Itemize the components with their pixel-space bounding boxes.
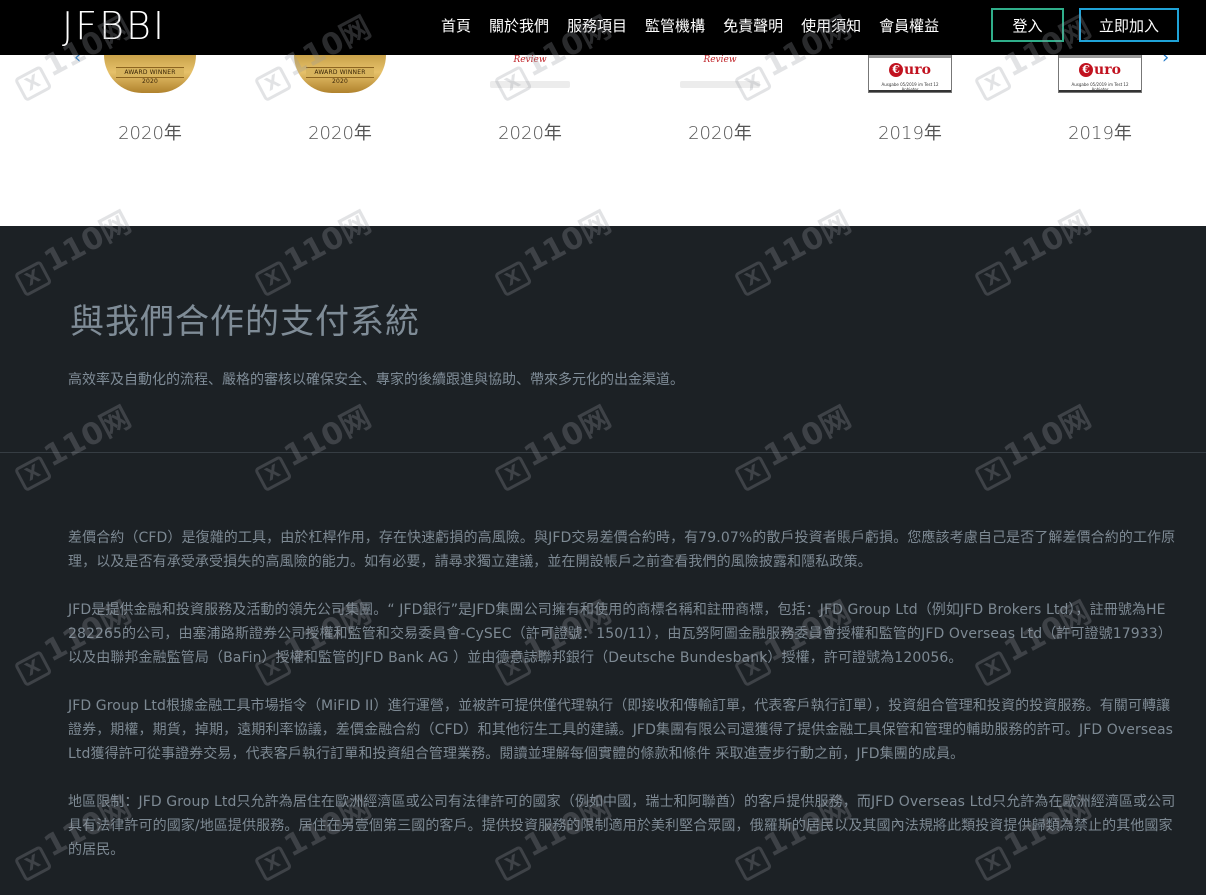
disclaimer-paragraph-mifid: JFD Group Ltd根據金融工具市場指令（MiFID II）進行運營，並被…: [68, 698, 1174, 762]
login-button[interactable]: 登入: [991, 8, 1064, 42]
watermark-text: 110网: [38, 399, 137, 475]
euro-letter: €: [1079, 63, 1094, 77]
award-item: €uro Ausgabe 05/2019 im Test 12 Anbieter…: [840, 55, 980, 145]
watermark-badge: X: [733, 260, 773, 298]
nav-item-disclaimer[interactable]: 免責聲明: [723, 15, 783, 36]
nav-item-terms[interactable]: 使用須知: [801, 15, 861, 36]
nav-item-services[interactable]: 服務項目: [567, 15, 627, 36]
euro-magazine-badge: €uro Ausgabe 05/2019 im Test 12 Anbieter: [868, 55, 952, 93]
watermark: X110网: [725, 393, 858, 493]
nav-item-member-benefits[interactable]: 會員權益: [879, 15, 939, 36]
euro-word: uro: [904, 62, 931, 78]
review-logo-bar: [680, 81, 760, 88]
watermark-badge: X: [253, 455, 293, 493]
review-logo-text: Review: [703, 55, 737, 65]
award-year: 2019年: [1068, 123, 1132, 144]
badge-bottom-bar: [869, 90, 951, 92]
award-euro-image: €uro Ausgabe 05/2019 im Test 12 Anbieter: [840, 55, 980, 93]
watermark-badge: X: [13, 455, 53, 493]
watermark-badge: X: [253, 260, 293, 298]
watermark-badge: X: [733, 455, 773, 493]
euro-logo: € uro: [1073, 61, 1127, 79]
award-review-image: Review: [460, 55, 600, 93]
award-item: Review 2020年: [650, 55, 790, 145]
watermark-badge: X: [973, 455, 1013, 493]
nav-item-regulators[interactable]: 監管機構: [645, 15, 705, 36]
payments-section-subtitle: 高效率及自動化的流程、嚴格的審核以確保安全、專家的後續跟進與協助、帶來多元化的出…: [68, 372, 684, 388]
watermark-badge: X: [973, 260, 1013, 298]
watermark-badge: X: [13, 845, 53, 883]
medal-icon: AWARD WINNER 2020: [104, 55, 196, 93]
award-year: 2020年: [118, 123, 182, 144]
award-item: AWARD WINNER 2020 2020年: [80, 55, 220, 145]
watermark: X110网: [5, 393, 138, 493]
top-navbar: JFBBI 首頁 關於我們 服務項目 監管機構 免責聲明 使用須知 會員權益 登…: [0, 0, 1206, 55]
award-item: Review 2020年: [460, 55, 600, 145]
award-year: 2020年: [498, 123, 562, 144]
review-logo-bar: [490, 81, 570, 88]
award-review-image: Review: [650, 55, 790, 93]
euro-logo: € uro: [883, 61, 937, 79]
watermark-text: 110网: [998, 399, 1097, 475]
award-medal-image: AWARD WINNER 2020: [80, 55, 220, 93]
watermark-badge: X: [13, 260, 53, 298]
watermark-text: 110网: [518, 399, 617, 475]
watermark: X110网: [965, 393, 1098, 493]
euro-word: uro: [1094, 62, 1121, 78]
section-divider: [0, 452, 1206, 453]
watermark-badge: X: [493, 260, 533, 298]
watermark-text: 110网: [758, 399, 857, 475]
award-item: €uro Ausgabe 05/2019 im Test 12 Anbieter…: [1030, 55, 1170, 145]
payments-section-title: 與我們合作的支付系統: [70, 302, 420, 342]
award-item: AWARD WINNER 2020 2020年: [270, 55, 410, 145]
site-logo[interactable]: JFBBI: [62, 4, 166, 48]
nav-item-home[interactable]: 首頁: [441, 15, 471, 36]
award-year: 2020年: [308, 123, 372, 144]
main-nav: 首頁 關於我們 服務項目 監管機構 免責聲明 使用須知 會員權益: [432, 0, 948, 50]
watermark: X110网: [485, 393, 618, 493]
euro-letter: €: [889, 63, 904, 77]
review-logo-icon: Review: [480, 55, 580, 93]
medal-ribbon-text: AWARD WINNER 2020: [116, 67, 184, 85]
review-logo-icon: Review: [670, 55, 770, 93]
disclaimer-paragraph-cfd-risk: 差價合約（CFD）是復雜的工具，由於杠桿作用，存在快速虧損的高風險。與JFD交易…: [68, 530, 1176, 570]
risk-disclaimer: 差價合約（CFD）是復雜的工具，由於杠桿作用，存在快速虧損的高風險。與JFD交易…: [68, 526, 1182, 886]
watermark-text: 110网: [278, 399, 377, 475]
disclaimer-paragraph-regional-restrictions: 地區限制：JFD Group Ltd只允許為居住在歐洲經濟區或公司有法律許可的國…: [68, 794, 1176, 858]
disclaimer-paragraph-group-entities: JFD是提供金融和投資服務及活動的領先公司集團。“ JFD銀行”是JFD集團公司…: [68, 602, 1172, 666]
badge-top-bar: [1059, 55, 1141, 58]
award-year: 2020年: [688, 123, 752, 144]
medal-icon: AWARD WINNER 2020: [294, 55, 386, 93]
join-now-button[interactable]: 立即加入: [1079, 8, 1179, 42]
badge-top-bar: [869, 55, 951, 58]
award-year: 2019年: [878, 123, 942, 144]
awards-carousel: ‹ › AWARD WINNER 2020 2020年 AWARD WINNER…: [0, 47, 1206, 226]
review-logo-text: Review: [513, 55, 547, 65]
euro-magazine-badge: €uro Ausgabe 05/2019 im Test 12 Anbieter: [1058, 55, 1142, 93]
medal-ribbon-text: AWARD WINNER 2020: [306, 67, 374, 85]
watermark: X110网: [245, 393, 378, 493]
watermark-badge: X: [13, 650, 53, 688]
award-medal-image: AWARD WINNER 2020: [270, 55, 410, 93]
nav-item-about[interactable]: 關於我們: [489, 15, 549, 36]
watermark-badge: X: [493, 455, 533, 493]
award-euro-image: €uro Ausgabe 05/2019 im Test 12 Anbieter: [1030, 55, 1170, 93]
badge-bottom-bar: [1059, 90, 1141, 92]
